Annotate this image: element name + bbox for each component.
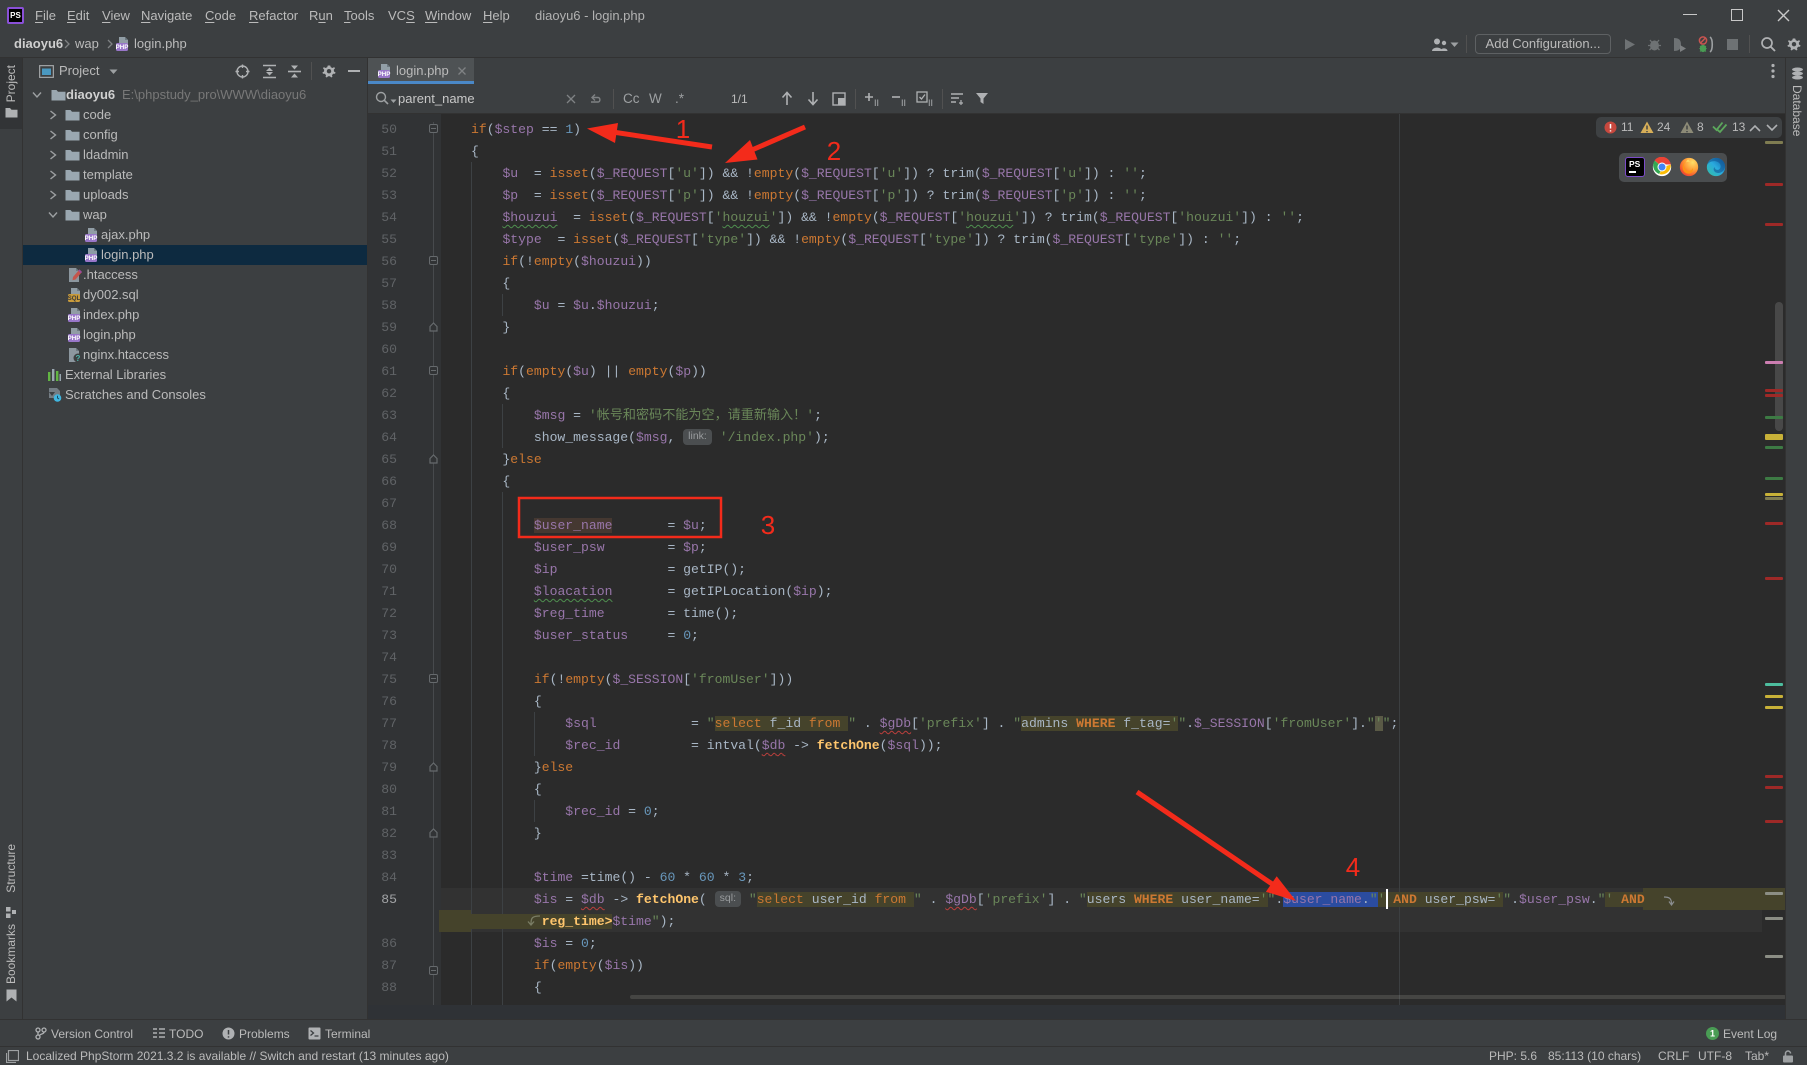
svg-text:SQL: SQL <box>68 295 81 302</box>
svg-text:II: II <box>874 98 879 107</box>
svg-text:?: ? <box>76 354 81 363</box>
svg-text:1: 1 <box>1710 1029 1715 1039</box>
svg-text:II: II <box>928 98 933 107</box>
svg-text:II: II <box>901 98 906 107</box>
